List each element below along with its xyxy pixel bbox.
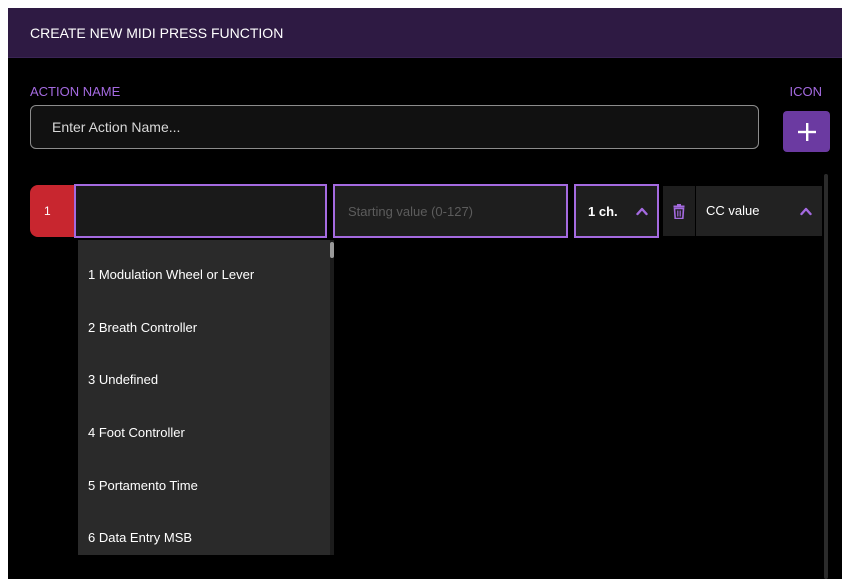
action-name-label: ACTION NAME	[30, 84, 121, 99]
cc-select-field[interactable]	[74, 184, 327, 238]
dropdown-option[interactable]: 2 Breath Controller	[88, 320, 197, 340]
message-type-label: CC value	[706, 203, 760, 218]
plus-icon	[797, 122, 816, 141]
dropdown-scrollbar-thumb[interactable]	[330, 242, 334, 258]
icon-label: ICON	[789, 84, 823, 99]
row-number: 1	[44, 204, 51, 218]
trash-icon	[673, 203, 685, 219]
channel-select[interactable]: 1 ch.	[574, 184, 659, 238]
action-name-input[interactable]	[30, 105, 759, 149]
row-number-badge: 1	[30, 185, 74, 237]
dropdown-option[interactable]: 6 Data Entry MSB	[88, 530, 192, 550]
dropdown-option[interactable]: 3 Undefined	[88, 372, 158, 392]
dropdown-option[interactable]: 5 Portamento Time	[88, 478, 198, 498]
add-icon-button[interactable]	[783, 111, 830, 152]
chevron-up-icon	[636, 207, 648, 216]
starting-value-input[interactable]	[333, 184, 568, 238]
chevron-up-icon	[800, 207, 812, 216]
dialog: CREATE NEW MIDI PRESS FUNCTION ACTION NA…	[8, 8, 842, 579]
dropdown-scrollbar-track[interactable]	[330, 240, 334, 555]
dialog-title: CREATE NEW MIDI PRESS FUNCTION	[30, 25, 284, 41]
message-type-select[interactable]: CC value	[696, 186, 822, 236]
channel-label: 1 ch.	[588, 204, 618, 219]
panel-scrollbar[interactable]	[824, 174, 828, 579]
dropdown-option[interactable]: 1 Modulation Wheel or Lever	[88, 267, 254, 287]
delete-row-button[interactable]	[663, 186, 695, 236]
dialog-header: CREATE NEW MIDI PRESS FUNCTION	[8, 8, 842, 58]
cc-dropdown-list: 1 Modulation Wheel or Lever 2 Breath Con…	[78, 240, 334, 555]
dropdown-option[interactable]: 4 Foot Controller	[88, 425, 185, 445]
